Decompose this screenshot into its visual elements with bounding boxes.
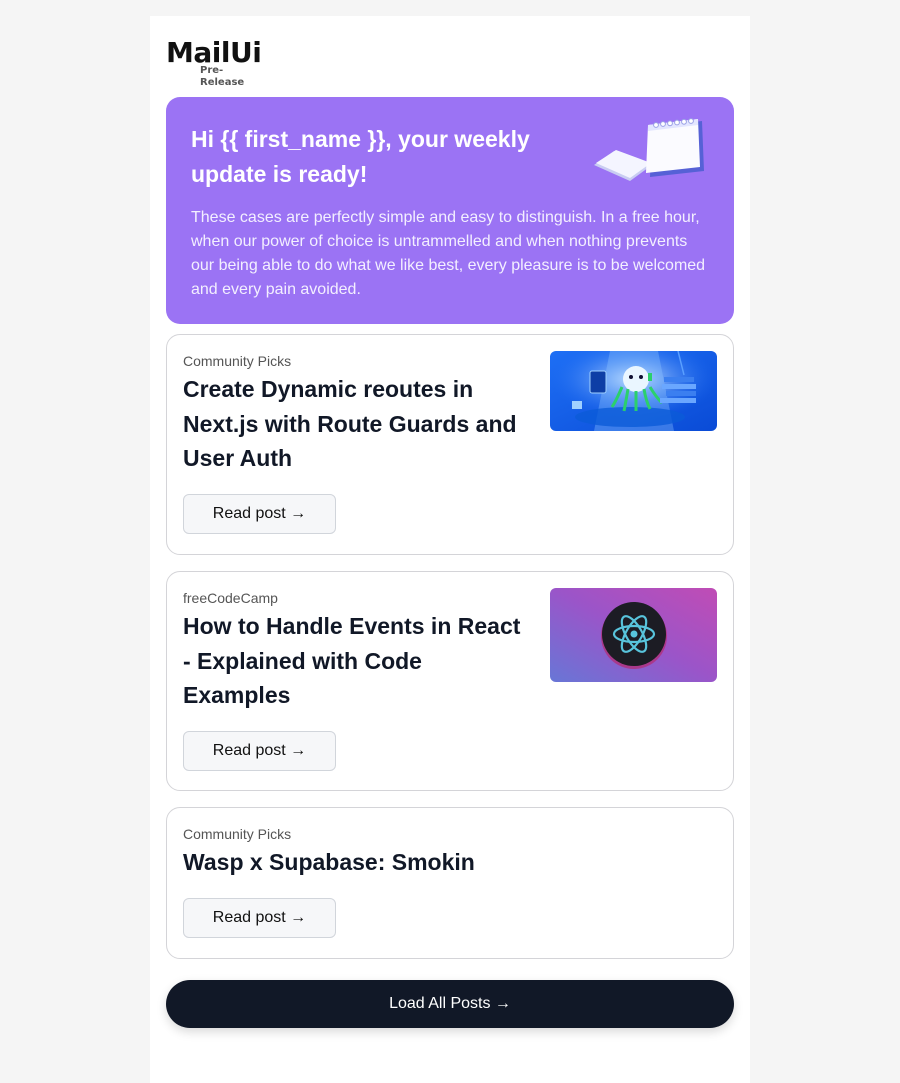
post-title[interactable]: Create Dynamic reoutes in Next.js with R… — [183, 372, 528, 476]
brand-logo[interactable]: MailUi Pre-Release — [166, 36, 266, 89]
hero-banner: Hi {{ first_name }}, your weekly update … — [166, 97, 734, 324]
react-logo-illustration[interactable] — [550, 588, 717, 682]
read-post-button[interactable]: Read post → — [183, 493, 336, 534]
octopus-desk-illustration[interactable] — [550, 351, 717, 431]
read-post-button[interactable]: Read post → — [183, 730, 336, 771]
brand-tag: Pre-Release — [200, 65, 245, 88]
load-all-posts-button[interactable]: Load All Posts → — [166, 980, 734, 1028]
hero-text: These cases are perfectly simple and eas… — [191, 209, 706, 298]
post-title[interactable]: Wasp x Supabase: Smokin — [183, 845, 683, 880]
calendar-notepad-illustration — [594, 118, 704, 181]
post-card: freeCodeCamp How to Handle Events in Rea… — [166, 571, 734, 791]
post-card: Community Picks Wasp x Supabase: Smokin … — [166, 807, 734, 959]
hero-title: Hi {{ first_name }}, your weekly update … — [191, 126, 530, 187]
read-post-button[interactable]: Read post → — [183, 897, 336, 938]
post-title[interactable]: How to Handle Events in React - Explaine… — [183, 609, 528, 713]
post-source: Community Picks — [183, 826, 292, 842]
brand-name: MailUi — [166, 36, 262, 69]
email-container: MailUi Pre-Release Hi {{ first_name }}, … — [150, 16, 750, 1083]
post-card: Community Picks Create Dynamic reoutes i… — [166, 334, 734, 555]
